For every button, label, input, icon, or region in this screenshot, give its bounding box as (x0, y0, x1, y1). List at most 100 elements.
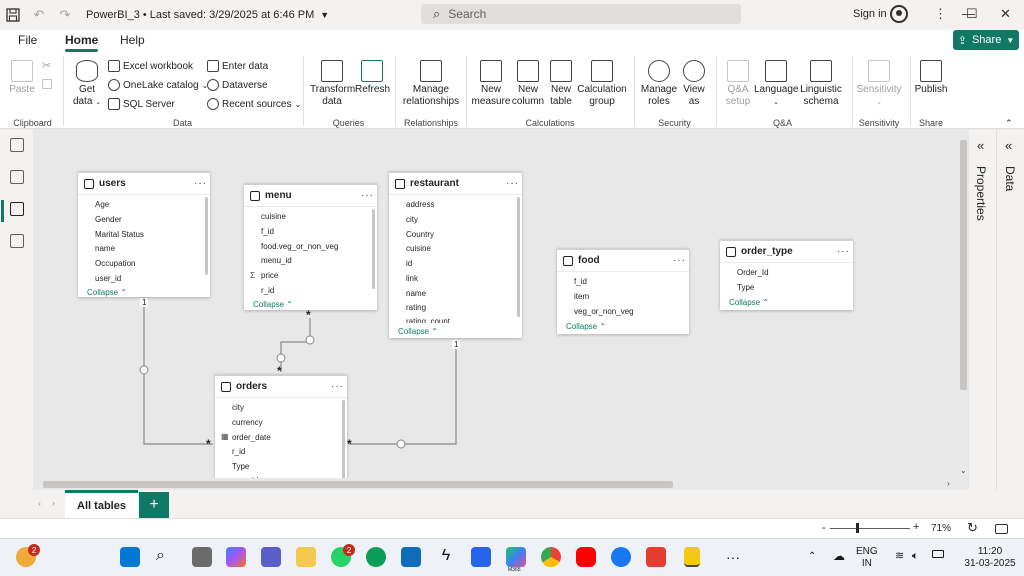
get-data-button[interactable]: Get data ⌄ (72, 60, 102, 109)
field-item[interactable]: name (406, 289, 426, 298)
properties-pane[interactable]: « Properties (969, 130, 996, 518)
data-pane[interactable]: « Data (996, 130, 1024, 518)
field-item[interactable]: r_id (261, 286, 274, 295)
field-item[interactable]: order_date (232, 433, 271, 442)
manage-roles-button[interactable]: Manage roles (639, 60, 679, 108)
table-card-menu[interactable]: menu ··· cuisine f_id food.veg_or_non_veg… (244, 183, 377, 310)
more-options-icon[interactable]: ··· (361, 190, 377, 201)
field-item[interactable]: Age (95, 200, 109, 209)
cut-icon[interactable]: ✂ (42, 59, 51, 72)
wifi-icon[interactable]: ≋ (895, 550, 904, 562)
save-icon[interactable] (0, 0, 26, 30)
linguistic-schema-button[interactable]: Linguistic schema (798, 60, 844, 108)
prev-page-icon[interactable]: ‹ (38, 498, 41, 508)
properties-pane-label[interactable]: Properties (974, 166, 988, 221)
field-item[interactable]: Order_Id (737, 268, 769, 277)
copy-icon[interactable] (42, 79, 52, 89)
tab-help[interactable]: Help (120, 33, 145, 47)
language-indicator[interactable]: ENG IN (856, 546, 878, 570)
field-item[interactable]: price (261, 271, 278, 280)
search-input[interactable]: ⌕ Search (421, 4, 741, 24)
tab-home[interactable]: Home (65, 33, 99, 52)
table-view-icon[interactable] (10, 170, 24, 184)
youtube-icon[interactable] (576, 547, 596, 567)
field-item[interactable]: id (406, 259, 412, 268)
refresh-button[interactable]: Refresh (355, 60, 390, 96)
chrome-icon[interactable] (541, 547, 561, 567)
scroll-down-icon[interactable]: ⌄ (960, 466, 967, 475)
field-item[interactable]: currency (232, 418, 263, 427)
field-item[interactable]: name (95, 244, 115, 253)
sql-server-button[interactable]: SQL Server (108, 98, 175, 110)
view-as-button[interactable]: View as (679, 60, 709, 108)
zoom-in-icon[interactable]: + (913, 521, 919, 533)
manage-relationships-button[interactable]: Manage relationships (400, 60, 462, 108)
maximize-icon[interactable]: ☐ (966, 6, 978, 22)
field-item[interactable]: Country (406, 230, 434, 239)
collapse-link[interactable]: Collapse ⌃ (87, 288, 127, 297)
table-scrollbar[interactable] (342, 400, 345, 478)
scrollbar-thumb[interactable] (960, 140, 967, 390)
field-item[interactable]: link (406, 274, 418, 283)
reset-layout-icon[interactable]: ↻ (967, 520, 978, 536)
search-icon[interactable]: ⌕ (156, 547, 176, 567)
tab-all-tables[interactable]: All tables (65, 490, 138, 518)
collapse-link[interactable]: Collapse ⌃ (729, 298, 769, 307)
data-pane-label[interactable]: Data (1003, 166, 1017, 191)
field-item[interactable]: item (574, 292, 589, 301)
field-item[interactable]: menu_id (261, 256, 292, 265)
publish-button[interactable]: Publish (913, 60, 949, 96)
more-icon[interactable]: ⋮ (934, 6, 947, 22)
facebook-icon[interactable] (611, 547, 631, 567)
microsoft-365-icon[interactable] (506, 547, 526, 567)
volume-icon[interactable]: 🔈︎ (912, 550, 919, 562)
enter-data-button[interactable]: Enter data (207, 60, 268, 72)
sign-in-link[interactable]: Sign in (853, 8, 887, 20)
undo-icon[interactable]: ↶ (26, 0, 52, 30)
scrollbar-thumb[interactable] (43, 481, 673, 488)
fit-to-screen-icon[interactable] (995, 524, 1008, 534)
file-explorer-icon[interactable] (296, 547, 316, 567)
table-card-users[interactable]: users ··· Age Gender Marital Status name … (78, 171, 210, 297)
field-item[interactable]: f_id (261, 227, 274, 236)
wps-office-icon[interactable] (646, 547, 666, 567)
outlook-icon[interactable] (401, 547, 421, 567)
field-item[interactable]: cuisine (261, 212, 286, 221)
field-item[interactable]: user_id (95, 274, 121, 283)
table-card-order-type[interactable]: order_type ··· Order_Id Type Collapse ⌃ (720, 239, 853, 310)
new-table-button[interactable]: New table (546, 60, 576, 108)
field-item[interactable]: city (232, 403, 244, 412)
field-item[interactable]: rating (406, 303, 426, 312)
more-options-icon[interactable]: ··· (331, 381, 347, 392)
more-apps-icon[interactable]: ··· (726, 549, 740, 565)
avatar[interactable] (890, 5, 908, 23)
collapse-link[interactable]: Collapse ⌃ (253, 300, 293, 309)
field-item[interactable]: city (406, 215, 418, 224)
field-item[interactable]: r_id (232, 447, 245, 456)
table-card-food[interactable]: food ··· f_id item veg_or_non_veg Collaps… (557, 248, 689, 334)
zoom-slider[interactable] (830, 528, 910, 529)
document-title[interactable]: PowerBI_3 • Last saved: 3/29/2025 at 6:4… (86, 9, 314, 21)
field-item[interactable]: f_id (574, 277, 587, 286)
transform-data-button[interactable]: Transform data (310, 60, 355, 108)
power-bi-icon[interactable] (684, 547, 700, 567)
expand-pane-icon[interactable]: « (1005, 138, 1012, 153)
teams-icon[interactable] (261, 547, 281, 567)
field-item[interactable]: rating_count (406, 317, 450, 323)
more-options-icon[interactable]: ··· (506, 178, 522, 189)
field-item[interactable]: address (406, 200, 434, 209)
show-hidden-icons-icon[interactable]: ⌃ (808, 551, 816, 563)
more-options-icon[interactable]: ··· (194, 178, 210, 189)
next-page-icon[interactable]: › (52, 498, 55, 508)
sensitivity-button[interactable]: Sensitivity ⌄ (855, 60, 903, 109)
model-canvas[interactable]: 1 * 1 * * * users ··· Age Gender Marital … (33, 130, 957, 478)
field-item[interactable]: food.veg_or_non_veg (261, 242, 338, 251)
field-item[interactable]: Type (737, 283, 754, 292)
new-measure-button[interactable]: New measure (470, 60, 512, 108)
cloud-icon[interactable]: ☁ (833, 550, 845, 562)
zoom-out-icon[interactable]: - (822, 522, 826, 534)
field-item[interactable]: Occupation (95, 259, 135, 268)
redo-icon[interactable]: ↷ (52, 0, 78, 30)
more-options-icon[interactable]: ··· (673, 255, 689, 266)
scroll-right-icon[interactable]: › (947, 479, 950, 488)
